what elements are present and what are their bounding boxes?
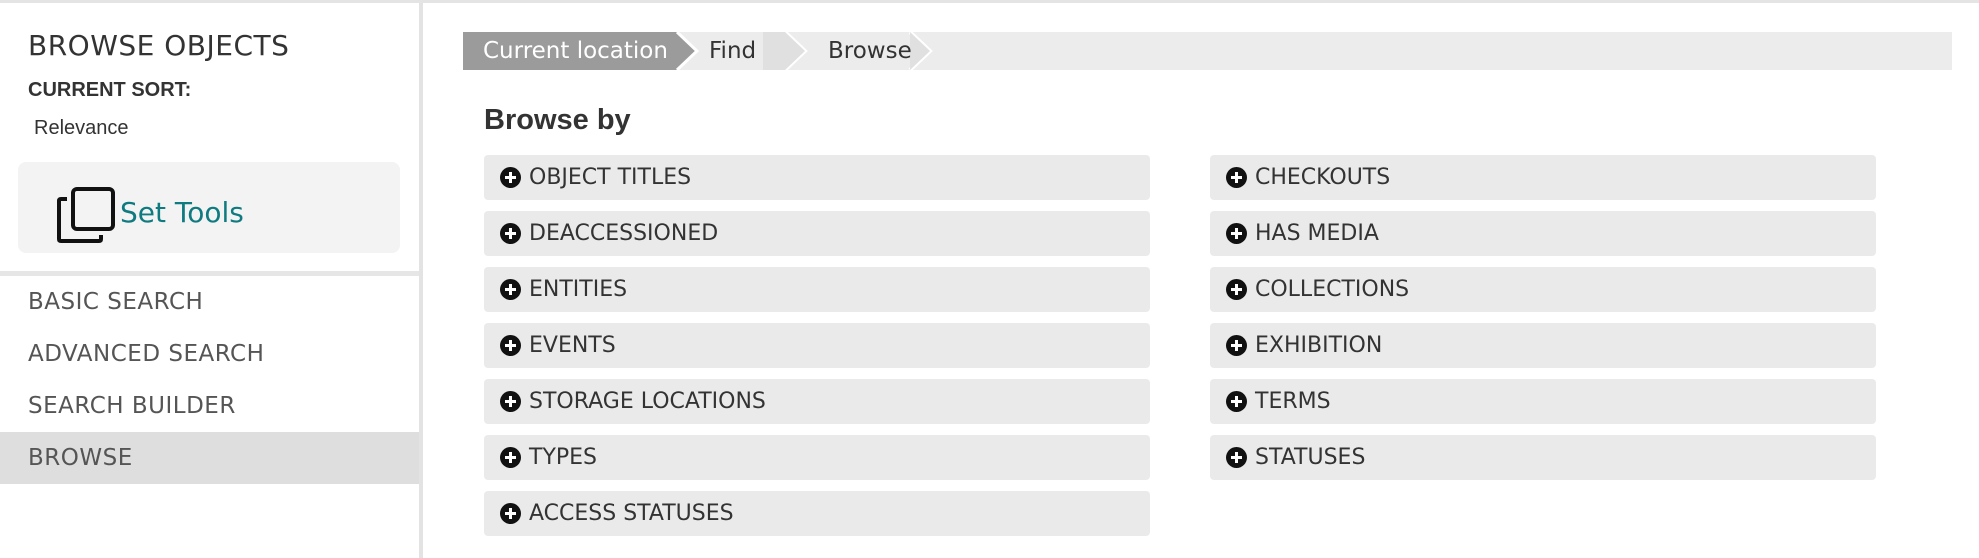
plus-circle-icon: [1226, 167, 1247, 188]
facet-label: HAS MEDIA: [1255, 221, 1379, 246]
set-tools-link[interactable]: Set Tools: [120, 196, 244, 229]
main-content: Current location Find Browse Browse by O…: [423, 3, 1979, 558]
facet-label: EVENTS: [529, 333, 616, 358]
current-sort-label: CURRENT SORT:: [28, 79, 192, 101]
plus-circle-icon: [500, 223, 521, 244]
set-tools-panel[interactable]: Set Tools: [18, 162, 400, 253]
plus-circle-icon: [500, 391, 521, 412]
sidebar: BROWSE OBJECTS CURRENT SORT: Relevance S…: [0, 3, 423, 558]
facet-label: STATUSES: [1255, 445, 1366, 470]
plus-circle-icon: [500, 279, 521, 300]
facet-terms[interactable]: TERMS: [1210, 379, 1876, 424]
facet-object-titles[interactable]: OBJECT TITLES: [484, 155, 1150, 200]
plus-circle-icon: [500, 335, 521, 356]
plus-circle-icon: [1226, 391, 1247, 412]
plus-circle-icon: [500, 503, 521, 524]
facet-events[interactable]: EVENTS: [484, 323, 1150, 368]
facet-entities[interactable]: ENTITIES: [484, 267, 1150, 312]
facet-deaccessioned[interactable]: DEACCESSIONED: [484, 211, 1150, 256]
plus-circle-icon: [500, 167, 521, 188]
facet-collections[interactable]: COLLECTIONS: [1210, 267, 1876, 312]
facet-label: TYPES: [529, 445, 598, 470]
nav-search-builder[interactable]: SEARCH BUILDER: [0, 380, 419, 432]
facet-has-media[interactable]: HAS MEDIA: [1210, 211, 1876, 256]
facet-label: CHECKOUTS: [1255, 165, 1391, 190]
facet-exhibition[interactable]: EXHIBITION: [1210, 323, 1876, 368]
facet-label: STORAGE LOCATIONS: [529, 389, 766, 414]
facet-label: DEACCESSIONED: [529, 221, 719, 246]
current-sort-value: Relevance: [34, 117, 129, 139]
facet-types[interactable]: TYPES: [484, 435, 1150, 480]
plus-circle-icon: [500, 447, 521, 468]
facet-access-statuses[interactable]: ACCESS STATUSES: [484, 491, 1150, 536]
facet-label: TERMS: [1255, 389, 1331, 414]
facet-label: EXHIBITION: [1255, 333, 1383, 358]
breadcrumb-browse[interactable]: Browse: [760, 32, 912, 70]
facet-label: ENTITIES: [529, 277, 628, 302]
plus-circle-icon: [1226, 223, 1247, 244]
facet-label: ACCESS STATUSES: [529, 501, 734, 526]
copy-stack-icon[interactable]: [56, 186, 116, 244]
facet-label: OBJECT TITLES: [529, 165, 692, 190]
facet-statuses[interactable]: STATUSES: [1210, 435, 1876, 480]
facet-label: COLLECTIONS: [1255, 277, 1410, 302]
breadcrumb-find[interactable]: Find: [653, 32, 763, 70]
plus-circle-icon: [1226, 335, 1247, 356]
nav-advanced-search[interactable]: ADVANCED SEARCH: [0, 328, 419, 380]
plus-circle-icon: [1226, 447, 1247, 468]
nav-basic-search[interactable]: BASIC SEARCH: [0, 276, 419, 328]
breadcrumb: Current location Find Browse: [463, 32, 1952, 70]
sidebar-title: BROWSE OBJECTS: [28, 29, 290, 62]
nav-browse[interactable]: BROWSE: [0, 432, 419, 484]
plus-circle-icon: [1226, 279, 1247, 300]
facet-storage-locations[interactable]: STORAGE LOCATIONS: [484, 379, 1150, 424]
facet-checkouts[interactable]: CHECKOUTS: [1210, 155, 1876, 200]
browse-by-heading: Browse by: [484, 104, 631, 136]
